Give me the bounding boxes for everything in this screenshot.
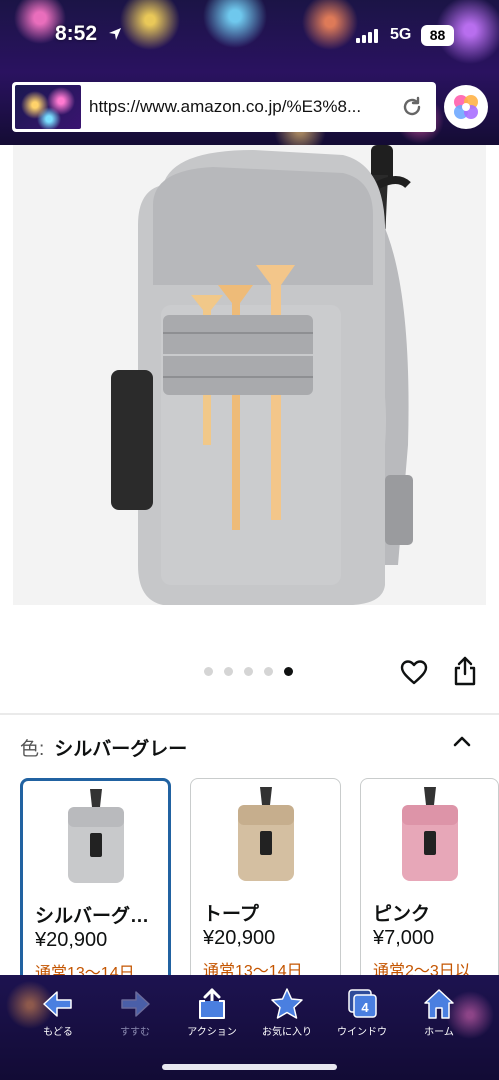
back-button[interactable]: もどる	[23, 987, 93, 1038]
product-image[interactable]	[13, 145, 486, 605]
signal-strength-icon	[356, 27, 382, 43]
golf-pouch-photo	[111, 145, 413, 605]
reload-icon[interactable]	[400, 95, 424, 119]
variant-price: ¥20,900	[35, 929, 108, 951]
section-divider	[0, 713, 499, 715]
variant-card-pink[interactable]: ピンク ¥7,000 通常2〜3日以	[360, 778, 499, 998]
variant-name: シルバーグ…	[35, 906, 150, 927]
windows-button[interactable]: 4 ウインドウ	[327, 987, 397, 1038]
variant-price: ¥20,900	[203, 927, 276, 949]
address-bar[interactable]: https://www.amazon.co.jp/%E3%8...	[12, 82, 436, 132]
variant-price: ¥7,000	[373, 927, 435, 949]
color-label: 色:	[20, 739, 45, 760]
assistant-button[interactable]	[444, 85, 488, 129]
tab-thumbnail[interactable]	[15, 85, 81, 129]
share-box-icon	[199, 988, 225, 1019]
battery-level: 88	[421, 25, 454, 46]
home-button[interactable]: ホーム	[404, 987, 474, 1038]
location-arrow-icon	[109, 28, 121, 40]
variant-thumbnail	[191, 787, 340, 892]
forward-label: すすむ	[120, 1027, 150, 1038]
color-selector-header[interactable]: 色: シルバーグレー	[20, 734, 187, 761]
network-type: 5G	[390, 26, 412, 43]
carousel-dot[interactable]	[264, 667, 273, 676]
url-text[interactable]: https://www.amazon.co.jp/%E3%8...	[89, 97, 389, 117]
home-icon	[424, 989, 454, 1019]
variant-thumbnail	[361, 787, 498, 892]
variant-name: ピンク	[373, 904, 431, 925]
arrow-left-icon	[43, 991, 72, 1017]
carousel-dot[interactable]	[204, 667, 213, 676]
favorites-label: お気に入り	[262, 1027, 312, 1038]
carousel-dot[interactable]	[224, 667, 233, 676]
action-button[interactable]: アクション	[177, 987, 247, 1038]
chevron-up-icon[interactable]	[452, 734, 472, 748]
back-label: もどる	[43, 1027, 73, 1038]
variant-card-silver-grey[interactable]: シルバーグ… ¥20,900 通常13〜14日	[20, 778, 171, 998]
star-icon	[271, 988, 303, 1019]
variant-card-taupe[interactable]: トープ ¥20,900 通常13〜14日	[190, 778, 341, 998]
variant-thumbnail	[23, 789, 168, 894]
windows-label: ウインドウ	[337, 1027, 387, 1038]
image-carousel-dots[interactable]	[204, 667, 293, 676]
favorites-button[interactable]: お気に入り	[252, 987, 322, 1038]
action-label: アクション	[187, 1027, 237, 1038]
carousel-dot[interactable]	[244, 667, 253, 676]
windows-count: 4	[361, 1000, 369, 1015]
forward-button[interactable]: すすむ	[100, 987, 170, 1038]
windows-icon: 4	[348, 989, 377, 1018]
assistant-icon	[454, 95, 478, 119]
arrow-right-icon	[121, 991, 150, 1017]
carousel-dot-active[interactable]	[284, 667, 293, 676]
variant-name: トープ	[203, 904, 259, 925]
home-indicator[interactable]	[162, 1064, 337, 1070]
browser-header: 8:52 5G 88 https://www.amazon.co.jp/%E3%…	[0, 0, 499, 145]
share-icon[interactable]	[453, 656, 477, 686]
status-time: 8:52	[55, 22, 98, 45]
selected-color: シルバーグレー	[54, 739, 188, 760]
heart-icon[interactable]	[400, 659, 428, 687]
home-label: ホーム	[424, 1027, 454, 1038]
